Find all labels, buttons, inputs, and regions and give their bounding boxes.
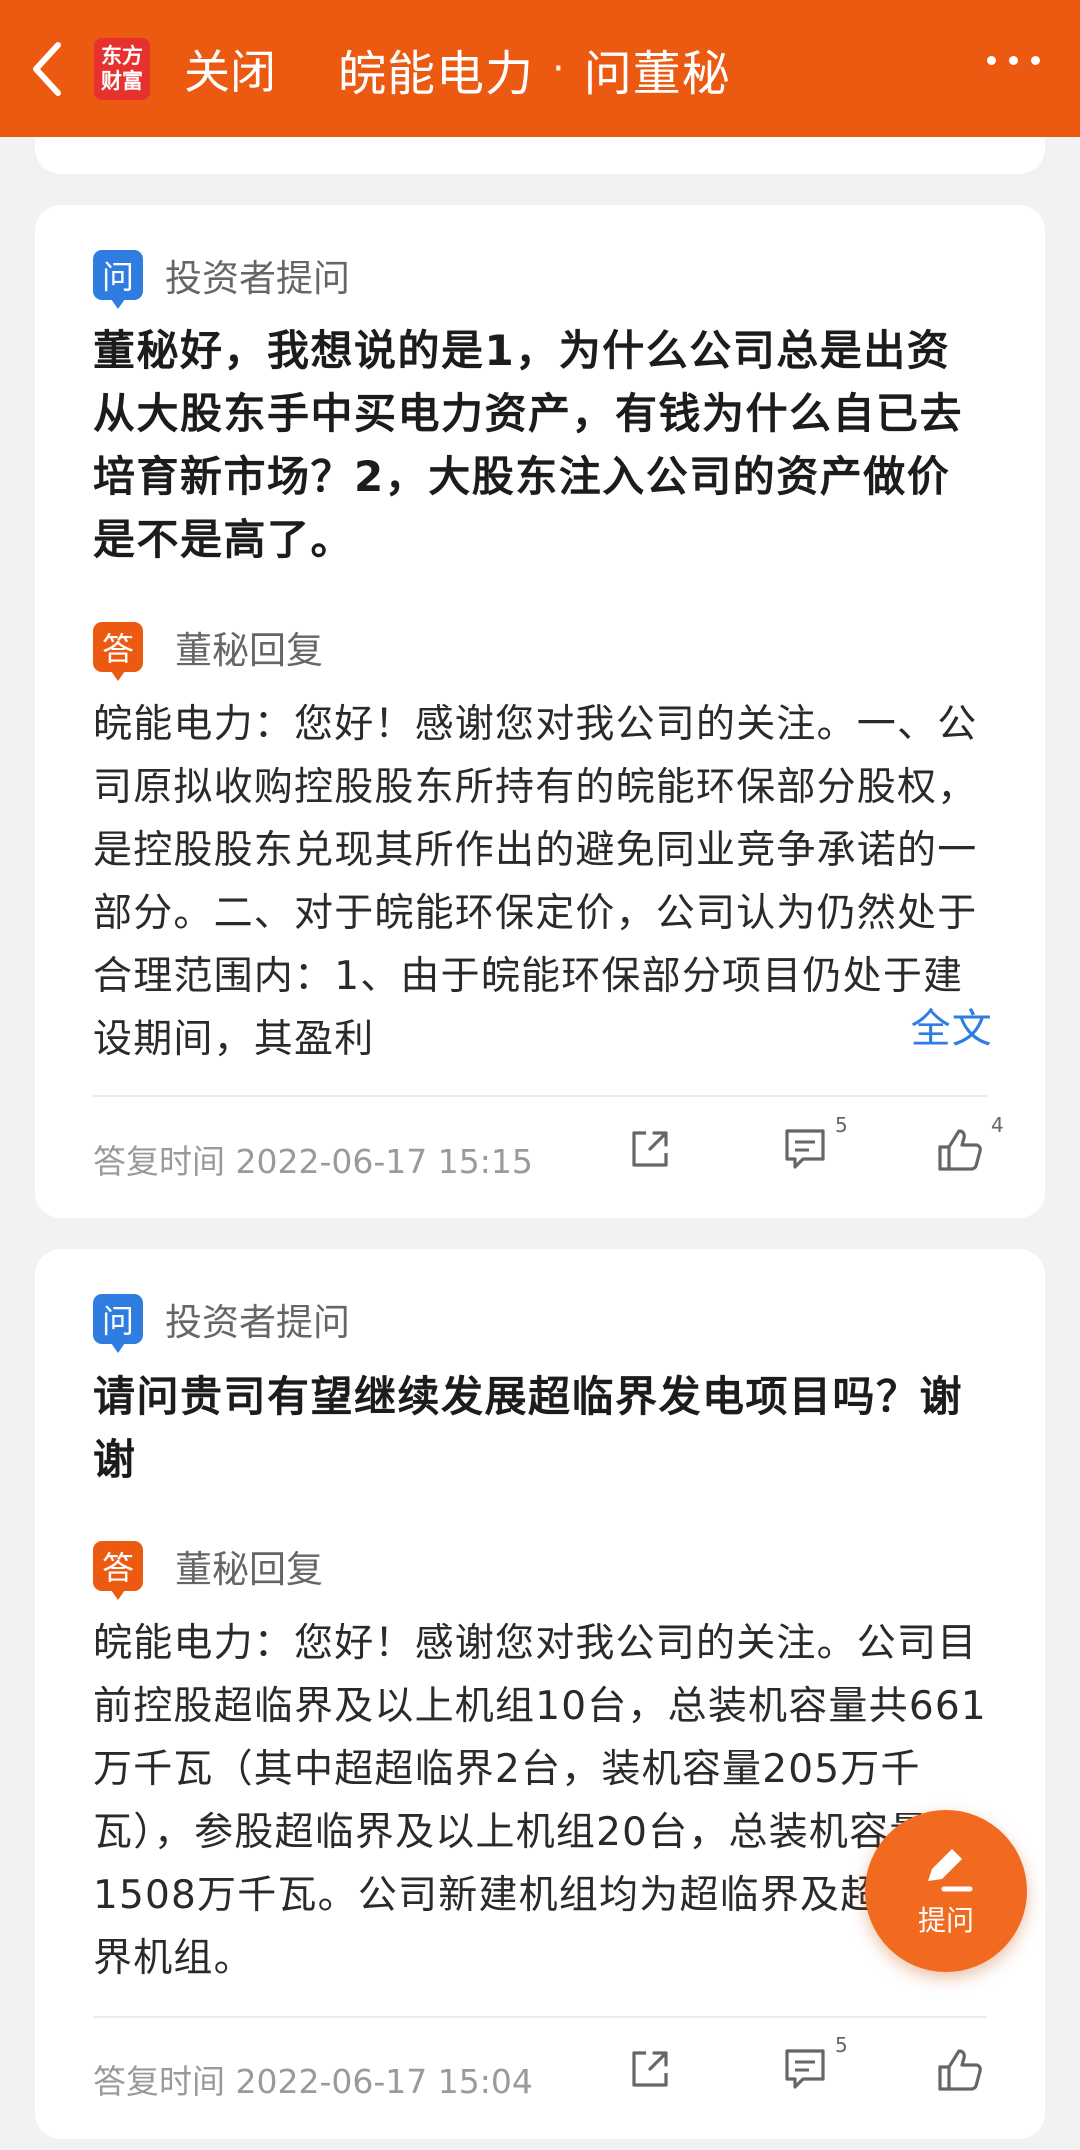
like-button[interactable]: 4: [935, 1113, 1004, 1181]
question-row-label: 投资者提问: [165, 1301, 350, 1344]
close-button[interactable]: 关闭: [184, 36, 276, 102]
comment-count: 5: [835, 2033, 848, 2057]
question-header: 问 投资者提问: [93, 1292, 350, 1353]
thumbs-up-icon: [938, 2049, 982, 2091]
card-divider: [93, 1095, 987, 1097]
back-button[interactable]: [10, 0, 82, 137]
comment-button[interactable]: 5: [781, 1113, 848, 1181]
top-nav-bar: 东方 财富 关闭 皖能电力 · 问董秘: [0, 0, 1080, 137]
share-button[interactable]: [626, 2045, 674, 2101]
card-footer: 答复时间 2022-06-17 15:15 5 4: [93, 1113, 1004, 1191]
reply-time: 答复时间 2022-06-17 15:04: [93, 2055, 533, 2103]
question-badge-icon: 问: [93, 1294, 143, 1353]
question-text[interactable]: 请问贵司有望继续发展超临界发电项目吗？谢谢: [93, 1365, 993, 1491]
answer-row-label: 董秘回复: [175, 629, 323, 672]
like-button[interactable]: [935, 2045, 985, 2101]
answer-body: 皖能电力：您好！感谢您对我公司的关注。公司目前控股超临界及以上机组10台，总装机…: [93, 1621, 987, 1981]
more-menu-button[interactable]: [987, 56, 1040, 65]
card-footer: 答复时间 2022-06-17 15:04 5: [93, 2033, 993, 2111]
question-text[interactable]: 董秘好，我想说的是1，为什么公司总是出资从大股东手中买电力资产，有钱为什么自已去…: [93, 319, 993, 571]
answer-text[interactable]: 皖能电力：您好！感谢您对我公司的关注。公司目前控股超临界及以上机组10台，总装机…: [93, 1612, 993, 1990]
answer-text[interactable]: 皖能电力：您好！感谢您对我公司的关注。一、公司原拟收购控股股东所持有的皖能环保部…: [93, 693, 993, 1071]
share-button[interactable]: [626, 1125, 674, 1181]
more-dot-icon: [987, 56, 996, 65]
ask-question-fab[interactable]: 提问: [865, 1810, 1027, 1972]
answer-row-label: 董秘回复: [175, 1548, 323, 1591]
question-badge-icon: 问: [93, 250, 143, 309]
reply-time-prefix: 答复时间: [93, 1142, 225, 1181]
title-separator: ·: [552, 45, 566, 92]
share-icon: [632, 1131, 668, 1167]
question-header: 问 投资者提问: [93, 248, 350, 309]
answer-badge-icon: 答: [93, 1541, 143, 1600]
title-section: 问董秘: [583, 45, 731, 102]
like-count: 4: [991, 1113, 1004, 1137]
comment-count: 5: [835, 1113, 848, 1137]
share-icon: [632, 2051, 668, 2087]
more-dot-icon: [1009, 56, 1018, 65]
qa-card: 问 投资者提问 董秘好，我想说的是1，为什么公司总是出资从大股东手中买电力资产，…: [35, 205, 1045, 1218]
comment-icon: [785, 1129, 825, 1169]
card-divider: [93, 2016, 987, 2018]
thumbs-up-icon: [938, 1129, 982, 1171]
title-stock: 皖能电力: [338, 45, 535, 102]
page-title: 皖能电力 · 问董秘: [338, 34, 731, 104]
question-row-label: 投资者提问: [165, 257, 350, 300]
comment-button[interactable]: 5: [781, 2033, 848, 2101]
answer-header: 答 董秘回复: [93, 620, 323, 681]
reply-time-value: 2022-06-17 15:15: [235, 1142, 533, 1181]
reply-time-prefix: 答复时间: [93, 2062, 225, 2101]
full-text-link[interactable]: 全文: [904, 998, 993, 1061]
reply-time: 答复时间 2022-06-17 15:15: [93, 1135, 533, 1183]
answer-badge-icon: 答: [93, 622, 143, 681]
pencil-icon: [928, 1849, 973, 1892]
more-dot-icon: [1031, 56, 1040, 65]
qa-card: 问 投资者提问 请问贵司有望继续发展超临界发电项目吗？谢谢 答 董秘回复 皖能电…: [35, 1249, 1045, 2139]
reply-time-value: 2022-06-17 15:04: [235, 2062, 533, 2101]
eastmoney-logo: 东方 财富: [94, 37, 150, 100]
chevron-left-icon: [33, 41, 61, 96]
logo-line-1: 东方: [101, 43, 143, 68]
fab-label: 提问: [917, 1904, 974, 1937]
logo-line-2: 财富: [101, 68, 143, 93]
comment-icon: [785, 2049, 825, 2089]
answer-header: 答 董秘回复: [93, 1539, 323, 1600]
